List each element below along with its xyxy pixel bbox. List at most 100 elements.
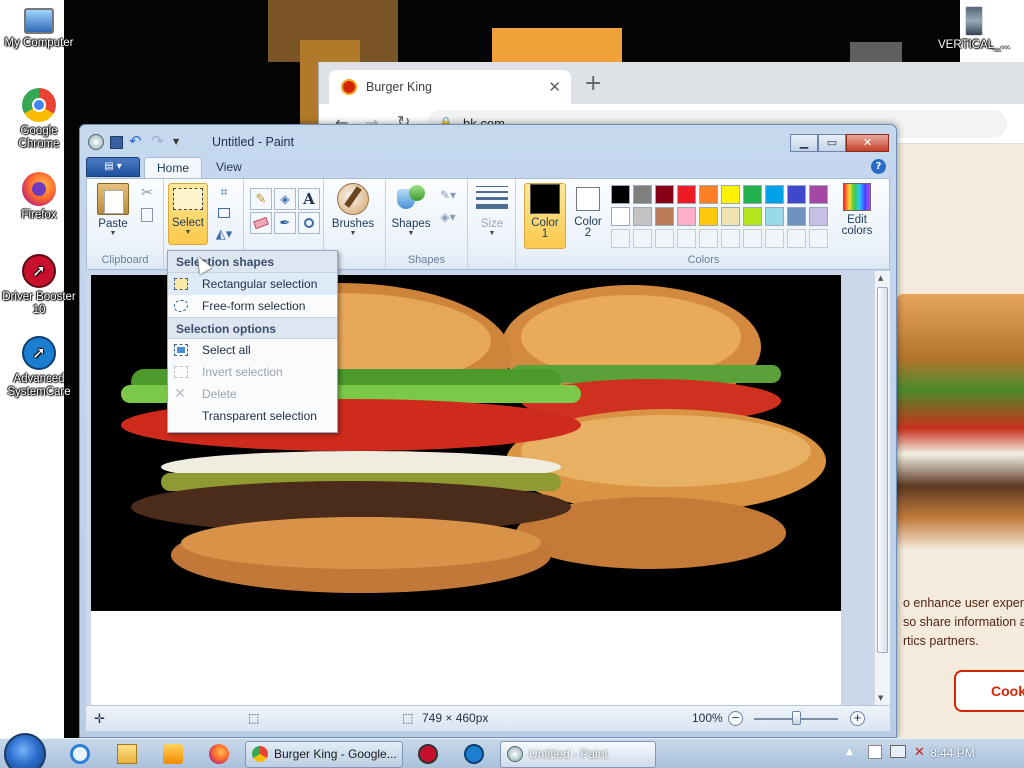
palette-color-swatch[interactable]	[633, 207, 652, 226]
taskbar-paint-label: Untitled - Paint	[529, 747, 608, 761]
file-explorer-icon[interactable]	[117, 744, 137, 764]
desktop-icon-google-chrome[interactable]: Google Chrome	[0, 88, 79, 151]
show-hidden-icons-icon[interactable]: ▲	[846, 747, 853, 757]
taskbar-chrome[interactable]: Burger King - Google...	[245, 741, 403, 768]
palette-color-swatch[interactable]	[699, 185, 718, 204]
chrome-tab-burger-king[interactable]: Burger King ✕	[329, 70, 571, 104]
firefox-taskbar-icon[interactable]	[209, 744, 229, 764]
color2-button[interactable]: Color 2	[568, 183, 608, 239]
customize-qat-icon[interactable]: ▼	[173, 134, 189, 150]
volume-muted-icon[interactable]: ✕	[914, 745, 925, 760]
palette-color-swatch[interactable]	[677, 207, 696, 226]
palette-color-swatch[interactable]	[765, 185, 784, 204]
internet-explorer-icon[interactable]	[70, 744, 90, 764]
tab-home[interactable]: Home	[144, 157, 203, 179]
menu-item-freeform-selection[interactable]: Free-form selection	[168, 295, 337, 317]
palette-color-swatch[interactable]	[611, 207, 630, 226]
maximize-button[interactable]: ▭	[818, 134, 846, 152]
palette-color-swatch[interactable]	[655, 185, 674, 204]
new-tab-icon[interactable]: +	[584, 73, 602, 95]
zoom-in-icon[interactable]: +	[850, 711, 865, 726]
media-player-icon[interactable]	[163, 744, 183, 764]
select-button[interactable]: Select ▼	[168, 183, 208, 245]
crop-icon[interactable]: ⌗	[214, 182, 234, 202]
palette-empty-swatch[interactable]	[809, 229, 828, 248]
save-icon[interactable]	[110, 135, 123, 149]
palette-empty-swatch[interactable]	[655, 229, 674, 248]
paint-menu-button[interactable]: ▤ ▾	[86, 157, 140, 177]
palette-empty-swatch[interactable]	[765, 229, 784, 248]
palette-color-swatch[interactable]	[677, 185, 696, 204]
palette-empty-swatch[interactable]	[633, 229, 652, 248]
palette-empty-swatch[interactable]	[611, 229, 630, 248]
close-tab-icon[interactable]: ✕	[548, 78, 561, 96]
palette-color-swatch[interactable]	[787, 185, 806, 204]
menu-item-delete[interactable]: ✕ Delete	[168, 383, 337, 405]
scrollbar-thumb[interactable]	[877, 287, 888, 653]
menu-item-transparent-selection[interactable]: Transparent selection	[168, 405, 337, 427]
palette-empty-swatch[interactable]	[721, 229, 740, 248]
edit-colors-button[interactable]: Edit colors	[834, 183, 880, 237]
close-button[interactable]: ✕	[846, 134, 889, 152]
taskbar-paint[interactable]: Untitled - Paint	[500, 741, 656, 768]
paste-button[interactable]: Paste ▼	[93, 183, 133, 238]
advanced-systemcare-taskbar-icon[interactable]	[464, 744, 484, 764]
palette-color-swatch[interactable]	[765, 207, 784, 226]
color-picker-icon[interactable]: ✒	[274, 212, 296, 234]
fill-icon[interactable]: ◈	[274, 188, 296, 210]
color1-button[interactable]: Color 1	[524, 183, 566, 249]
vertical-scrollbar[interactable]: ▲ ▼	[874, 271, 890, 705]
redo-icon[interactable]: ↷	[151, 134, 167, 150]
scroll-down-icon[interactable]: ▼	[878, 694, 883, 702]
palette-color-swatch[interactable]	[655, 207, 674, 226]
palette-color-swatch[interactable]	[743, 207, 762, 226]
palette-color-swatch[interactable]	[611, 185, 630, 204]
palette-color-swatch[interactable]	[743, 185, 762, 204]
palette-color-swatch[interactable]	[699, 207, 718, 226]
menu-item-invert-selection[interactable]: Invert selection	[168, 361, 337, 383]
desktop-icon-my-computer[interactable]: My Computer	[0, 8, 79, 50]
text-icon[interactable]: A	[298, 188, 320, 210]
zoom-out-icon[interactable]: −	[728, 711, 743, 726]
brushes-button[interactable]: Brushes ▼	[330, 183, 376, 238]
tab-view[interactable]: View	[204, 157, 254, 179]
palette-empty-swatch[interactable]	[743, 229, 762, 248]
menu-item-select-all[interactable]: Select all	[168, 339, 337, 361]
cut-icon[interactable]: ✂	[137, 183, 157, 203]
resize-icon[interactable]	[214, 203, 234, 223]
pencil-icon[interactable]: ✎	[250, 188, 272, 210]
copy-icon[interactable]	[137, 205, 157, 225]
menu-item-rectangular-selection[interactable]: Rectangular selection	[168, 273, 337, 295]
outline-icon[interactable]: ✎▾	[438, 185, 458, 205]
cookie-button[interactable]: Cook	[954, 670, 1024, 712]
undo-icon[interactable]: ↶	[129, 134, 145, 150]
rotate-icon[interactable]: ◭▾	[214, 224, 234, 244]
zoom-slider-thumb[interactable]	[792, 711, 801, 725]
eraser-icon[interactable]	[250, 212, 272, 234]
palette-empty-swatch[interactable]	[677, 229, 696, 248]
palette-color-swatch[interactable]	[633, 185, 652, 204]
palette-empty-swatch[interactable]	[699, 229, 718, 248]
minimize-button[interactable]: ▁	[790, 134, 818, 152]
desktop-icon-vertical[interactable]: VERTICAL_...	[934, 6, 1014, 52]
palette-color-swatch[interactable]	[721, 207, 740, 226]
size-button[interactable]: Size ▼	[472, 183, 512, 238]
desktop-icon-advanced-systemcare[interactable]: ➚ Advanced SystemCare	[0, 336, 79, 399]
driver-booster-taskbar-icon[interactable]	[418, 744, 438, 764]
magnifier-icon[interactable]	[298, 212, 320, 234]
help-icon[interactable]: ?	[871, 159, 886, 174]
taskbar-clock[interactable]: 8:44 PM	[930, 746, 975, 760]
palette-empty-swatch[interactable]	[787, 229, 806, 248]
palette-color-swatch[interactable]	[787, 207, 806, 226]
palette-color-swatch[interactable]	[721, 185, 740, 204]
shape-fill-icon[interactable]: ◈▾	[438, 207, 458, 227]
desktop-icon-driver-booster[interactable]: ➚ Driver Booster 10	[0, 254, 79, 317]
desktop-icon-firefox[interactable]: Firefox	[0, 172, 79, 222]
action-center-icon[interactable]	[868, 745, 882, 759]
palette-color-swatch[interactable]	[809, 185, 828, 204]
palette-color-swatch[interactable]	[809, 207, 828, 226]
scroll-up-icon[interactable]: ▲	[878, 274, 883, 282]
start-button[interactable]	[4, 733, 46, 768]
network-icon[interactable]	[890, 745, 906, 758]
shapes-button[interactable]: Shapes ▼	[390, 183, 432, 238]
